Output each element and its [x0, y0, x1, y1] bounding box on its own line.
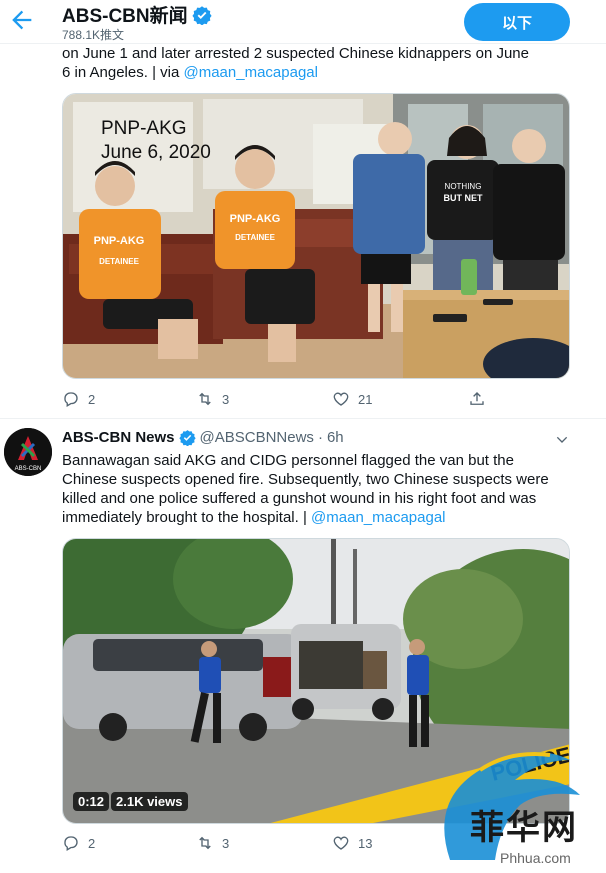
retweet-button[interactable]: 3: [196, 390, 229, 408]
video-views: 2.1K views: [111, 792, 188, 811]
tweet-header: ABS-CBN News @ABSCBNNews · 6h: [62, 429, 344, 446]
retweet-count: 3: [222, 835, 230, 851]
retweet-icon: [199, 392, 211, 406]
svg-text:ABS-CBN: ABS-CBN: [15, 466, 42, 472]
heart-icon: [333, 836, 349, 850]
tweet-photo[interactable]: PNP-AKG DETAINEE PNP-AKG DETAINEE NOTHIN…: [62, 93, 570, 379]
svg-text:June 6, 2020: June 6, 2020: [101, 142, 211, 163]
reply-button[interactable]: 2: [62, 390, 95, 408]
reply-button[interactable]: 2: [62, 834, 95, 852]
svg-text:BUT NET: BUT NET: [444, 193, 483, 203]
photo-detainees: PNP-AKG DETAINEE PNP-AKG DETAINEE NOTHIN…: [63, 94, 569, 378]
svg-text:PNP-AKG: PNP-AKG: [230, 213, 281, 225]
author-handle[interactable]: @ABSCBNNews: [200, 429, 314, 446]
verified-badge-icon: [178, 430, 196, 446]
svg-text:DETAINEE: DETAINEE: [235, 233, 276, 242]
tweet-count: 788.1K推文: [62, 28, 125, 42]
video-duration: 0:12: [73, 792, 110, 811]
share-icon: [470, 392, 484, 405]
tweet-time[interactable]: 6h: [327, 429, 344, 446]
tweet-divider: [0, 418, 606, 419]
like-count: 21: [358, 391, 373, 407]
tweet-text: Bannawagan said AKG and CIDG personnel f…: [62, 452, 549, 526]
like-count: 13: [358, 835, 373, 851]
abs-cbn-logo: ABS-CBN: [4, 428, 52, 476]
svg-text:PNP-AKG: PNP-AKG: [101, 118, 187, 139]
author-name[interactable]: ABS-CBN News: [62, 429, 175, 446]
account-name: ABS-CBN新闻: [62, 1, 212, 28]
mention-link[interactable]: @maan_macapagal: [183, 64, 317, 81]
back-arrow-icon[interactable]: [8, 6, 36, 34]
share-button[interactable]: [468, 390, 486, 408]
like-button[interactable]: 13: [332, 834, 372, 852]
verified-badge-icon: [192, 5, 212, 25]
reply-icon: [64, 392, 78, 407]
watermark-url: Phhua.com: [500, 850, 571, 866]
retweet-button[interactable]: 3: [196, 834, 229, 852]
tweet-actions: 2 3 21: [62, 390, 502, 410]
svg-text:NOTHING: NOTHING: [445, 182, 482, 191]
avatar[interactable]: ABS-CBN: [4, 428, 52, 476]
retweet-icon: [199, 836, 211, 850]
mention-link[interactable]: @maan_macapagal: [311, 509, 445, 526]
reply-count: 2: [88, 835, 96, 851]
like-button[interactable]: 21: [332, 390, 372, 408]
heart-icon: [333, 392, 349, 406]
separator-dot: ·: [317, 429, 323, 446]
retweet-count: 3: [222, 391, 230, 407]
reply-icon: [64, 836, 78, 851]
reply-count: 2: [88, 391, 96, 407]
svg-text:PNP-AKG: PNP-AKG: [94, 235, 145, 247]
chevron-down-icon[interactable]: [554, 432, 570, 448]
follow-button[interactable]: 以下: [464, 3, 570, 41]
tweet-text: on June 1 and later arrested 2 suspected…: [62, 45, 529, 81]
svg-text:DETAINEE: DETAINEE: [99, 257, 140, 266]
watermark-text: 菲华网: [470, 808, 578, 848]
profile-header: ABS-CBN新闻 788.1K推文 以下: [0, 0, 606, 44]
